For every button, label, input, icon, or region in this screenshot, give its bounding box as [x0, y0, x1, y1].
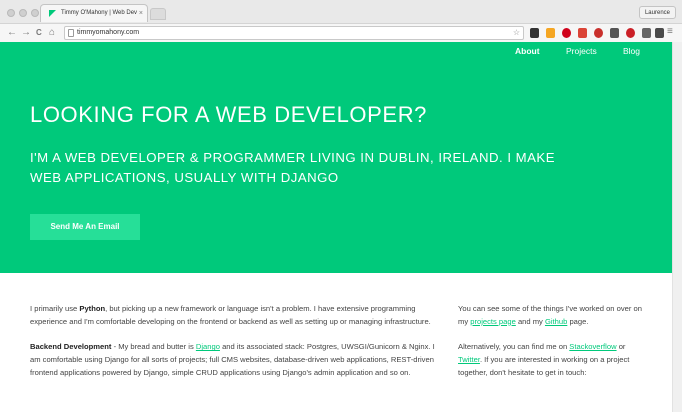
maximize-window-button[interactable] — [31, 9, 39, 17]
nav-blog[interactable]: Blog — [623, 46, 640, 56]
python-emphasis: Python — [79, 304, 106, 313]
gmail-icon[interactable] — [578, 28, 587, 38]
browser-toolbar: ← → C ⌂ timmyomahony.com ☆ ≡ — [0, 23, 682, 42]
twitter-link[interactable]: Twitter — [458, 355, 480, 364]
minimize-window-button[interactable] — [19, 9, 27, 17]
nav-about[interactable]: About — [515, 46, 540, 56]
tab-close-icon[interactable]: × — [139, 5, 143, 22]
web-page: About Projects Blog LOOKING FOR A WEB DE… — [0, 42, 682, 412]
pinterest-icon[interactable] — [626, 28, 635, 38]
reload-icon[interactable]: C — [36, 26, 42, 40]
right-column: You can see some of the things I've work… — [458, 303, 650, 393]
send-email-button[interactable]: Send Me An Email — [30, 214, 140, 240]
backend-paragraph: Backend Development - My bread and butte… — [30, 341, 440, 379]
shield-icon[interactable] — [642, 28, 651, 38]
projects-text-end: page. — [567, 316, 589, 326]
backend-text: - My bread and butter is — [111, 342, 196, 352]
opera-icon[interactable] — [562, 28, 571, 38]
record-icon[interactable] — [594, 28, 603, 38]
rss-icon[interactable] — [546, 28, 555, 38]
intro-text: I primarily use — [30, 304, 80, 313]
projects-page-link[interactable]: projects page — [470, 317, 516, 326]
browser-chrome: Timmy O'Mahony | Web Dev × Laurence ← → … — [0, 0, 682, 42]
contact-paragraph: Alternatively, you can find me on Stacko… — [458, 341, 650, 379]
forward-icon[interactable]: → — [21, 26, 31, 40]
bookmark-star-icon[interactable]: ☆ — [513, 27, 520, 39]
reader-icon[interactable] — [655, 28, 664, 38]
django-link[interactable]: Django — [196, 342, 220, 351]
nav-projects[interactable]: Projects — [566, 46, 597, 56]
profile-button[interactable]: Laurence — [638, 6, 676, 19]
back-icon[interactable]: ← — [7, 26, 17, 40]
about-content: I primarily use Python, but picking up a… — [0, 273, 672, 412]
pocket-icon[interactable] — [610, 28, 619, 38]
layers-icon[interactable] — [530, 28, 539, 38]
projects-paragraph: You can see some of the things I've work… — [458, 303, 650, 328]
contact-text-mid: or — [616, 342, 626, 352]
page-scrollbar[interactable] — [672, 42, 682, 412]
hero-title: LOOKING FOR A WEB DEVELOPER? — [30, 102, 428, 127]
hero-subtitle: I'M A WEB DEVELOPER & PROGRAMMER LIVING … — [30, 150, 556, 185]
new-tab-button[interactable] — [150, 8, 166, 20]
close-window-button[interactable] — [7, 9, 15, 17]
browser-tab[interactable]: Timmy O'Mahony | Web Dev × — [40, 4, 148, 22]
hero-section: About Projects Blog LOOKING FOR A WEB DE… — [0, 42, 672, 273]
home-icon[interactable]: ⌂ — [49, 26, 55, 40]
tab-title: Timmy O'Mahony | Web Dev — [61, 10, 138, 16]
page-icon — [68, 29, 74, 37]
address-bar[interactable]: timmyomahony.com ☆ — [64, 26, 524, 40]
contact-text-end: . If you are interested in working on a … — [458, 355, 630, 377]
projects-text-mid: and my — [515, 316, 545, 326]
intro-paragraph: I primarily use Python, but picking up a… — [30, 303, 440, 328]
contact-text: Alternatively, you can find me on — [458, 342, 570, 352]
stackoverflow-link[interactable]: Stackoverflow — [569, 342, 616, 351]
site-favicon-icon — [49, 10, 56, 17]
menu-icon[interactable]: ≡ — [667, 25, 673, 39]
github-link[interactable]: Github — [545, 317, 567, 326]
address-url: timmyomahony.com — [77, 29, 140, 36]
left-column: I primarily use Python, but picking up a… — [30, 303, 440, 393]
backend-heading: Backend Development — [30, 342, 112, 352]
